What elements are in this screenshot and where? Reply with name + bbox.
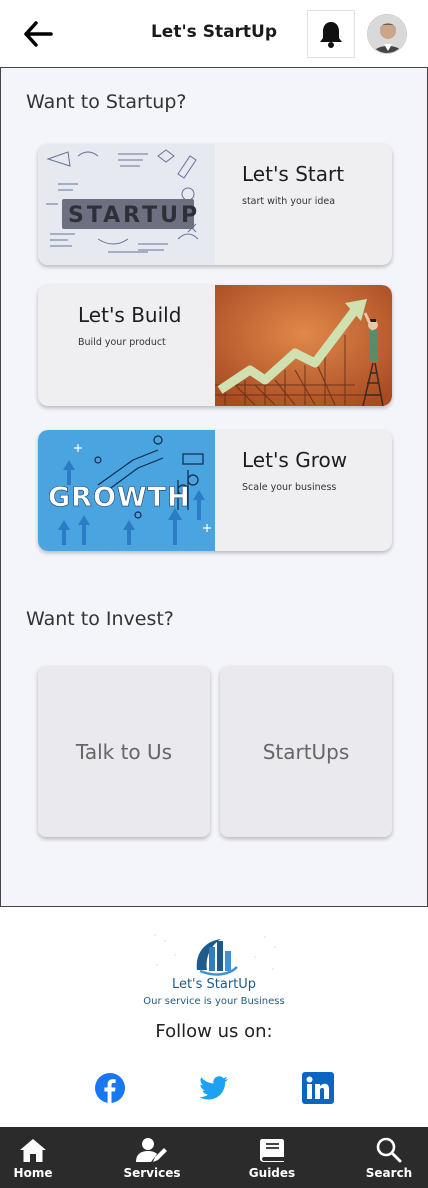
nav-services[interactable]: Services (112, 1127, 192, 1188)
card-title: Let's Start (242, 162, 345, 186)
avatar[interactable] (367, 14, 407, 54)
talk-to-us-button[interactable]: Talk to Us (38, 666, 210, 837)
user-avatar-icon (368, 15, 406, 53)
building-logo-icon (154, 934, 276, 976)
growth-word: GROWTH (48, 482, 191, 513)
nav-search[interactable]: Search (349, 1127, 428, 1188)
lets-start-card[interactable]: STARTUP Let's Start start with your idea (38, 144, 392, 265)
page-title: Let's StartUp (150, 22, 278, 42)
card-subtitle: Scale your business (242, 482, 337, 493)
card-subtitle: Build your product (78, 337, 166, 348)
facebook-link[interactable] (94, 1072, 126, 1104)
main-content: Want to Startup? STARTUP Let's Start sta… (0, 67, 428, 907)
startups-button[interactable]: StartUps (220, 666, 392, 837)
card-title: Let's Build (78, 303, 182, 327)
card-title: Let's Grow (242, 448, 348, 472)
nav-label: Search (365, 1166, 413, 1180)
app-header: Let's StartUp (0, 0, 428, 68)
lets-build-card[interactable]: Let's Build Build your product (38, 285, 392, 406)
nav-label: Services (123, 1166, 181, 1180)
invest-section-title: Want to Invest? (26, 608, 174, 630)
lets-grow-card[interactable]: GROWTH Let's Grow Scale your business (38, 430, 392, 551)
nav-label: Guides (248, 1166, 296, 1180)
lets-grow-text: Let's Grow Scale your business (242, 430, 392, 551)
lets-start-text: Let's Start start with your idea (242, 144, 392, 265)
growth-chart-image (215, 285, 392, 406)
footer: Let's StartUp Our service is your Busine… (0, 907, 428, 1127)
startup-section-title: Want to Startup? (26, 91, 187, 113)
notifications-button[interactable] (307, 10, 355, 58)
home-icon (20, 1139, 46, 1162)
nav-home[interactable]: Home (0, 1127, 73, 1188)
services-icon (136, 1138, 167, 1162)
twitter-icon (199, 1076, 228, 1100)
card-subtitle: start with your idea (242, 196, 336, 207)
nav-label: Home (13, 1166, 53, 1180)
linkedin-icon (302, 1072, 334, 1104)
startup-sketch-image: STARTUP (38, 144, 215, 265)
follow-us-label: Follow us on: (155, 1021, 273, 1042)
bottom-navigation: Home Services Guides Search (0, 1127, 428, 1188)
nav-guides[interactable]: Guides (232, 1127, 312, 1188)
facebook-icon (95, 1073, 125, 1103)
book-icon (260, 1139, 284, 1162)
search-icon (376, 1137, 402, 1163)
twitter-link[interactable] (198, 1072, 230, 1104)
brand-name: Let's StartUp (171, 977, 257, 992)
brand-tagline: Our service is your Business (143, 996, 285, 1007)
svg-text:STARTUP: STARTUP (68, 203, 200, 228)
linkedin-link[interactable] (302, 1072, 334, 1104)
bell-icon (320, 22, 342, 48)
growth-arrows-image: GROWTH (38, 430, 215, 551)
